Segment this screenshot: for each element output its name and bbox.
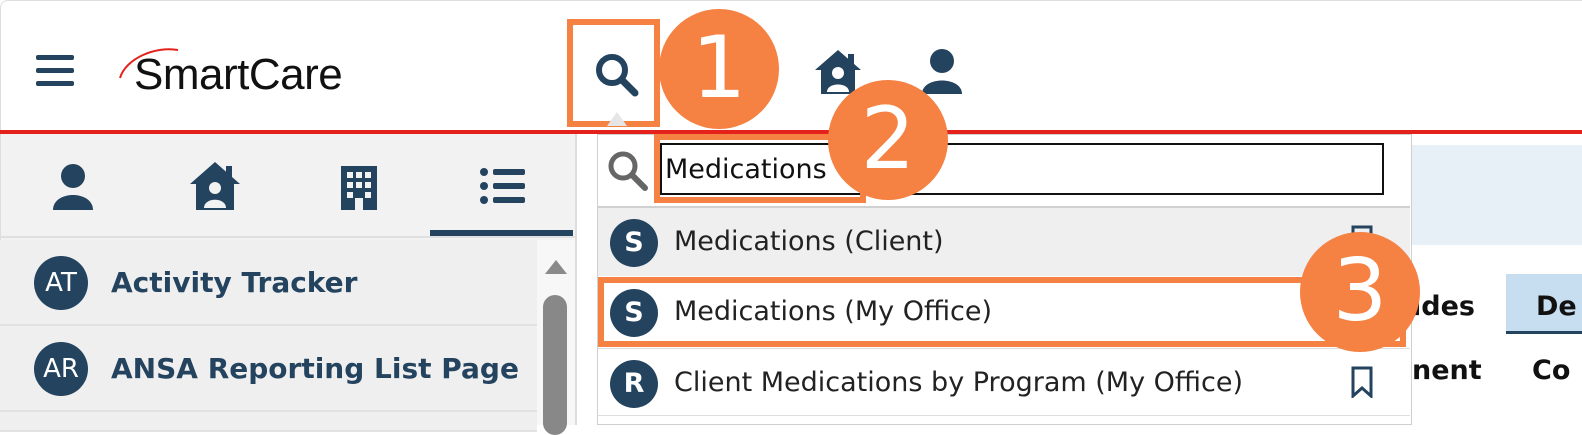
menu-icon[interactable] [36, 55, 76, 89]
global-search-button[interactable] [567, 19, 660, 127]
list-item-label: Activity Tracker [111, 266, 358, 299]
client-icon [53, 164, 93, 210]
tab-separator [0, 236, 575, 238]
search-result-item[interactable]: S Medications (Client) [598, 208, 1410, 276]
tab-client[interactable] [28, 150, 118, 220]
app-name: SmartCare [134, 50, 343, 99]
tab-partial-active[interactable]: De [1506, 274, 1582, 334]
tab-home[interactable] [170, 150, 260, 220]
home-icon [190, 162, 240, 210]
search-result-label: Medications (Client) [674, 226, 944, 257]
scrollbar[interactable] [537, 240, 575, 435]
smartcare-logo: SmartCare [116, 44, 376, 104]
step-callout-1: 1 [659, 9, 779, 129]
search-icon [596, 54, 639, 97]
user-icon[interactable] [916, 46, 968, 98]
tab-organization[interactable] [314, 150, 404, 220]
avatar: AT [34, 256, 88, 310]
tab-list[interactable] [457, 150, 547, 220]
list-item-label: ANSA Reporting List Page [111, 352, 519, 385]
search-icon [605, 148, 651, 194]
building-icon [341, 166, 377, 210]
list-item[interactable]: AT Activity Tracker [0, 240, 537, 326]
step-callout-2: 2 [828, 80, 948, 200]
highlight-result-my-office [598, 277, 1406, 347]
bookmark-icon[interactable] [1350, 366, 1374, 398]
search-result-label: Client Medications by Program (My Office… [674, 367, 1243, 398]
column-header: nent [1412, 355, 1482, 386]
step-callout-3: 3 [1300, 232, 1420, 352]
column-header: Co [1532, 355, 1571, 386]
tab-partial[interactable]: ides [1412, 274, 1506, 334]
search-result-item[interactable]: R Client Medications by Program (My Offi… [598, 348, 1410, 416]
list-item[interactable]: AR ANSA Reporting List Page [0, 326, 537, 412]
dropdown-caret [607, 112, 627, 126]
scroll-thumb[interactable] [543, 295, 567, 435]
list-icon [480, 168, 525, 204]
active-tab-indicator [430, 230, 573, 236]
screen-type-badge: R [610, 360, 658, 408]
content-banner [1410, 145, 1582, 245]
screen-type-badge: S [610, 219, 658, 267]
list-item[interactable] [0, 412, 537, 432]
avatar: AR [34, 342, 88, 396]
scroll-up-arrow-icon[interactable] [545, 260, 567, 274]
